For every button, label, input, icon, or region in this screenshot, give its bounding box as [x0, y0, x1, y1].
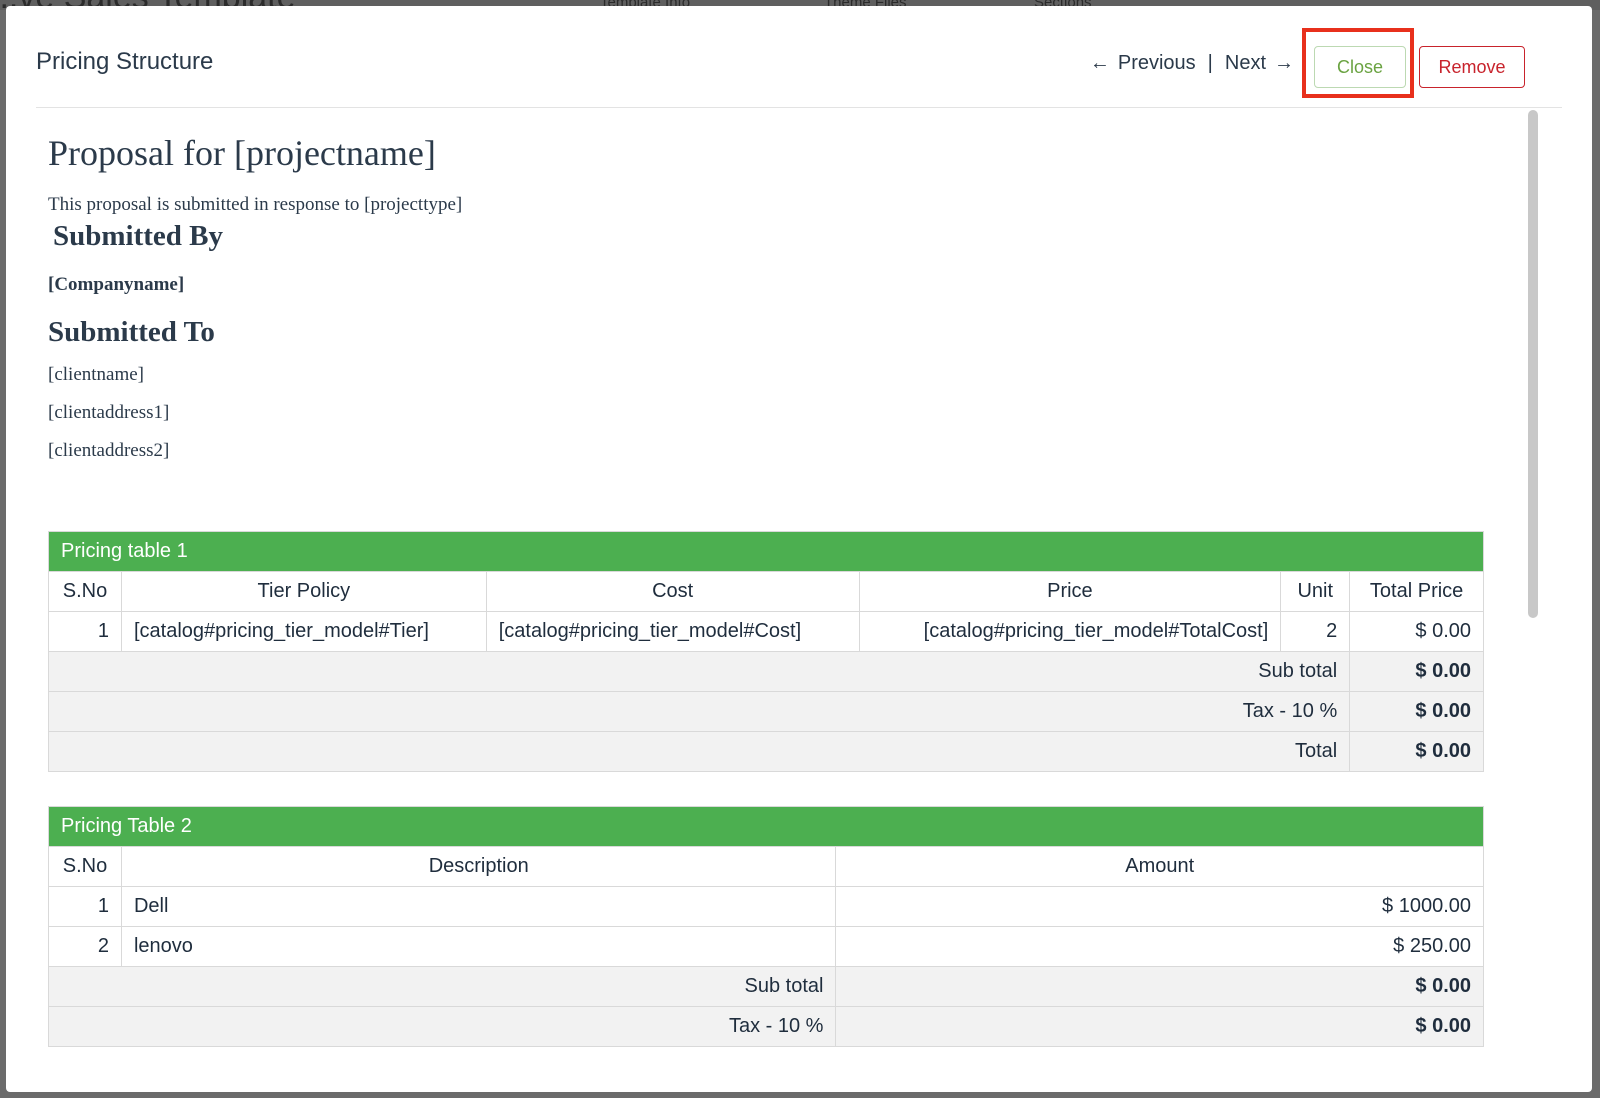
column-header: Tier Policy	[120, 571, 487, 612]
pricing-structure-modal: Pricing Structure ← Previous | Next → Cl…	[6, 6, 1592, 1092]
summary-row: Tax - 10 % $ 0.00	[48, 1006, 1484, 1047]
summary-value: $ 0.00	[1349, 651, 1484, 692]
content-scrollbar[interactable]	[1528, 110, 1538, 618]
submitted-by-heading: Submitted By	[53, 220, 224, 252]
table-cell: 2	[1280, 611, 1351, 652]
table-cell: 1	[48, 886, 122, 927]
summary-label: Total	[48, 731, 1351, 772]
table-cell: 2	[48, 926, 122, 967]
table-title-row: Pricing Table 2	[48, 806, 1484, 847]
pricing-table-1: Pricing table 1 S.No Tier Policy Cost Pr…	[48, 531, 1484, 772]
column-header: S.No	[48, 571, 122, 612]
client-name: [clientname]	[48, 364, 145, 385]
proposal-preview: Proposal for [projectname] This proposal…	[48, 110, 1518, 1050]
remove-button[interactable]: Remove	[1419, 46, 1525, 88]
column-header: Price	[858, 571, 1282, 612]
summary-row: Tax - 10 % $ 0.00	[48, 691, 1484, 732]
table-cell: [catalog#pricing_tier_model#Tier]	[120, 611, 487, 652]
pricing-table-2-title: Pricing Table 2	[48, 806, 1484, 847]
next-link[interactable]: Next	[1225, 52, 1266, 75]
summary-value: $ 0.00	[835, 1006, 1484, 1047]
proposal-intro: This proposal is submitted in response t…	[48, 194, 463, 215]
summary-label: Tax - 10 %	[48, 1006, 837, 1047]
arrow-right-icon[interactable]: →	[1274, 52, 1294, 75]
table-title-row: Pricing table 1	[48, 531, 1484, 572]
summary-label: Tax - 10 %	[48, 691, 1351, 732]
table-cell: Dell	[120, 886, 837, 927]
table-header-row: S.No Tier Policy Cost Price Unit Total P…	[48, 571, 1484, 612]
modal-title: Pricing Structure	[36, 48, 214, 75]
summary-row: Total $ 0.00	[48, 731, 1484, 772]
table-cell: [catalog#pricing_tier_model#Cost]	[485, 611, 860, 652]
client-address-2: [clientaddress2]	[48, 440, 170, 461]
close-button[interactable]: Close	[1314, 46, 1406, 88]
table-cell: 1	[48, 611, 122, 652]
summary-label: Sub total	[48, 651, 1351, 692]
column-header: Description	[120, 846, 837, 887]
previous-link[interactable]: Previous	[1118, 52, 1196, 75]
arrow-left-icon[interactable]: ←	[1090, 52, 1110, 75]
table-cell: $ 1000.00	[835, 886, 1484, 927]
table-cell: lenovo	[120, 926, 837, 967]
summary-value: $ 0.00	[835, 966, 1484, 1007]
summary-label: Sub total	[48, 966, 837, 1007]
column-header: Unit	[1280, 571, 1351, 612]
submitted-to-heading: Submitted To	[48, 316, 215, 348]
nav-separator: |	[1207, 52, 1213, 74]
summary-row: Sub total $ 0.00	[48, 651, 1484, 692]
modal-navigation: ← Previous | Next →	[1090, 52, 1294, 75]
proposal-title: Proposal for [projectname]	[48, 133, 436, 173]
table-row: 1 [catalog#pricing_tier_model#Tier] [cat…	[48, 611, 1484, 652]
summary-value: $ 0.00	[1349, 691, 1484, 732]
column-header: S.No	[48, 846, 122, 887]
table-cell: [catalog#pricing_tier_model#TotalCost]	[858, 611, 1282, 652]
table-row: 1 Dell $ 1000.00	[48, 886, 1484, 927]
column-header: Cost	[485, 571, 860, 612]
column-header: Amount	[835, 846, 1484, 887]
table-row: 2 lenovo $ 250.00	[48, 926, 1484, 967]
client-address-1: [clientaddress1]	[48, 402, 170, 423]
column-header: Total Price	[1349, 571, 1484, 612]
pricing-table-2: Pricing Table 2 S.No Description Amount …	[48, 806, 1484, 1047]
pricing-table-1-title: Pricing table 1	[48, 531, 1484, 572]
summary-value: $ 0.00	[1349, 731, 1484, 772]
company-name: [Companyname]	[48, 274, 185, 295]
table-header-row: S.No Description Amount	[48, 846, 1484, 887]
summary-row: Sub total $ 0.00	[48, 966, 1484, 1007]
table-cell: $ 250.00	[835, 926, 1484, 967]
table-cell: $ 0.00	[1349, 611, 1484, 652]
